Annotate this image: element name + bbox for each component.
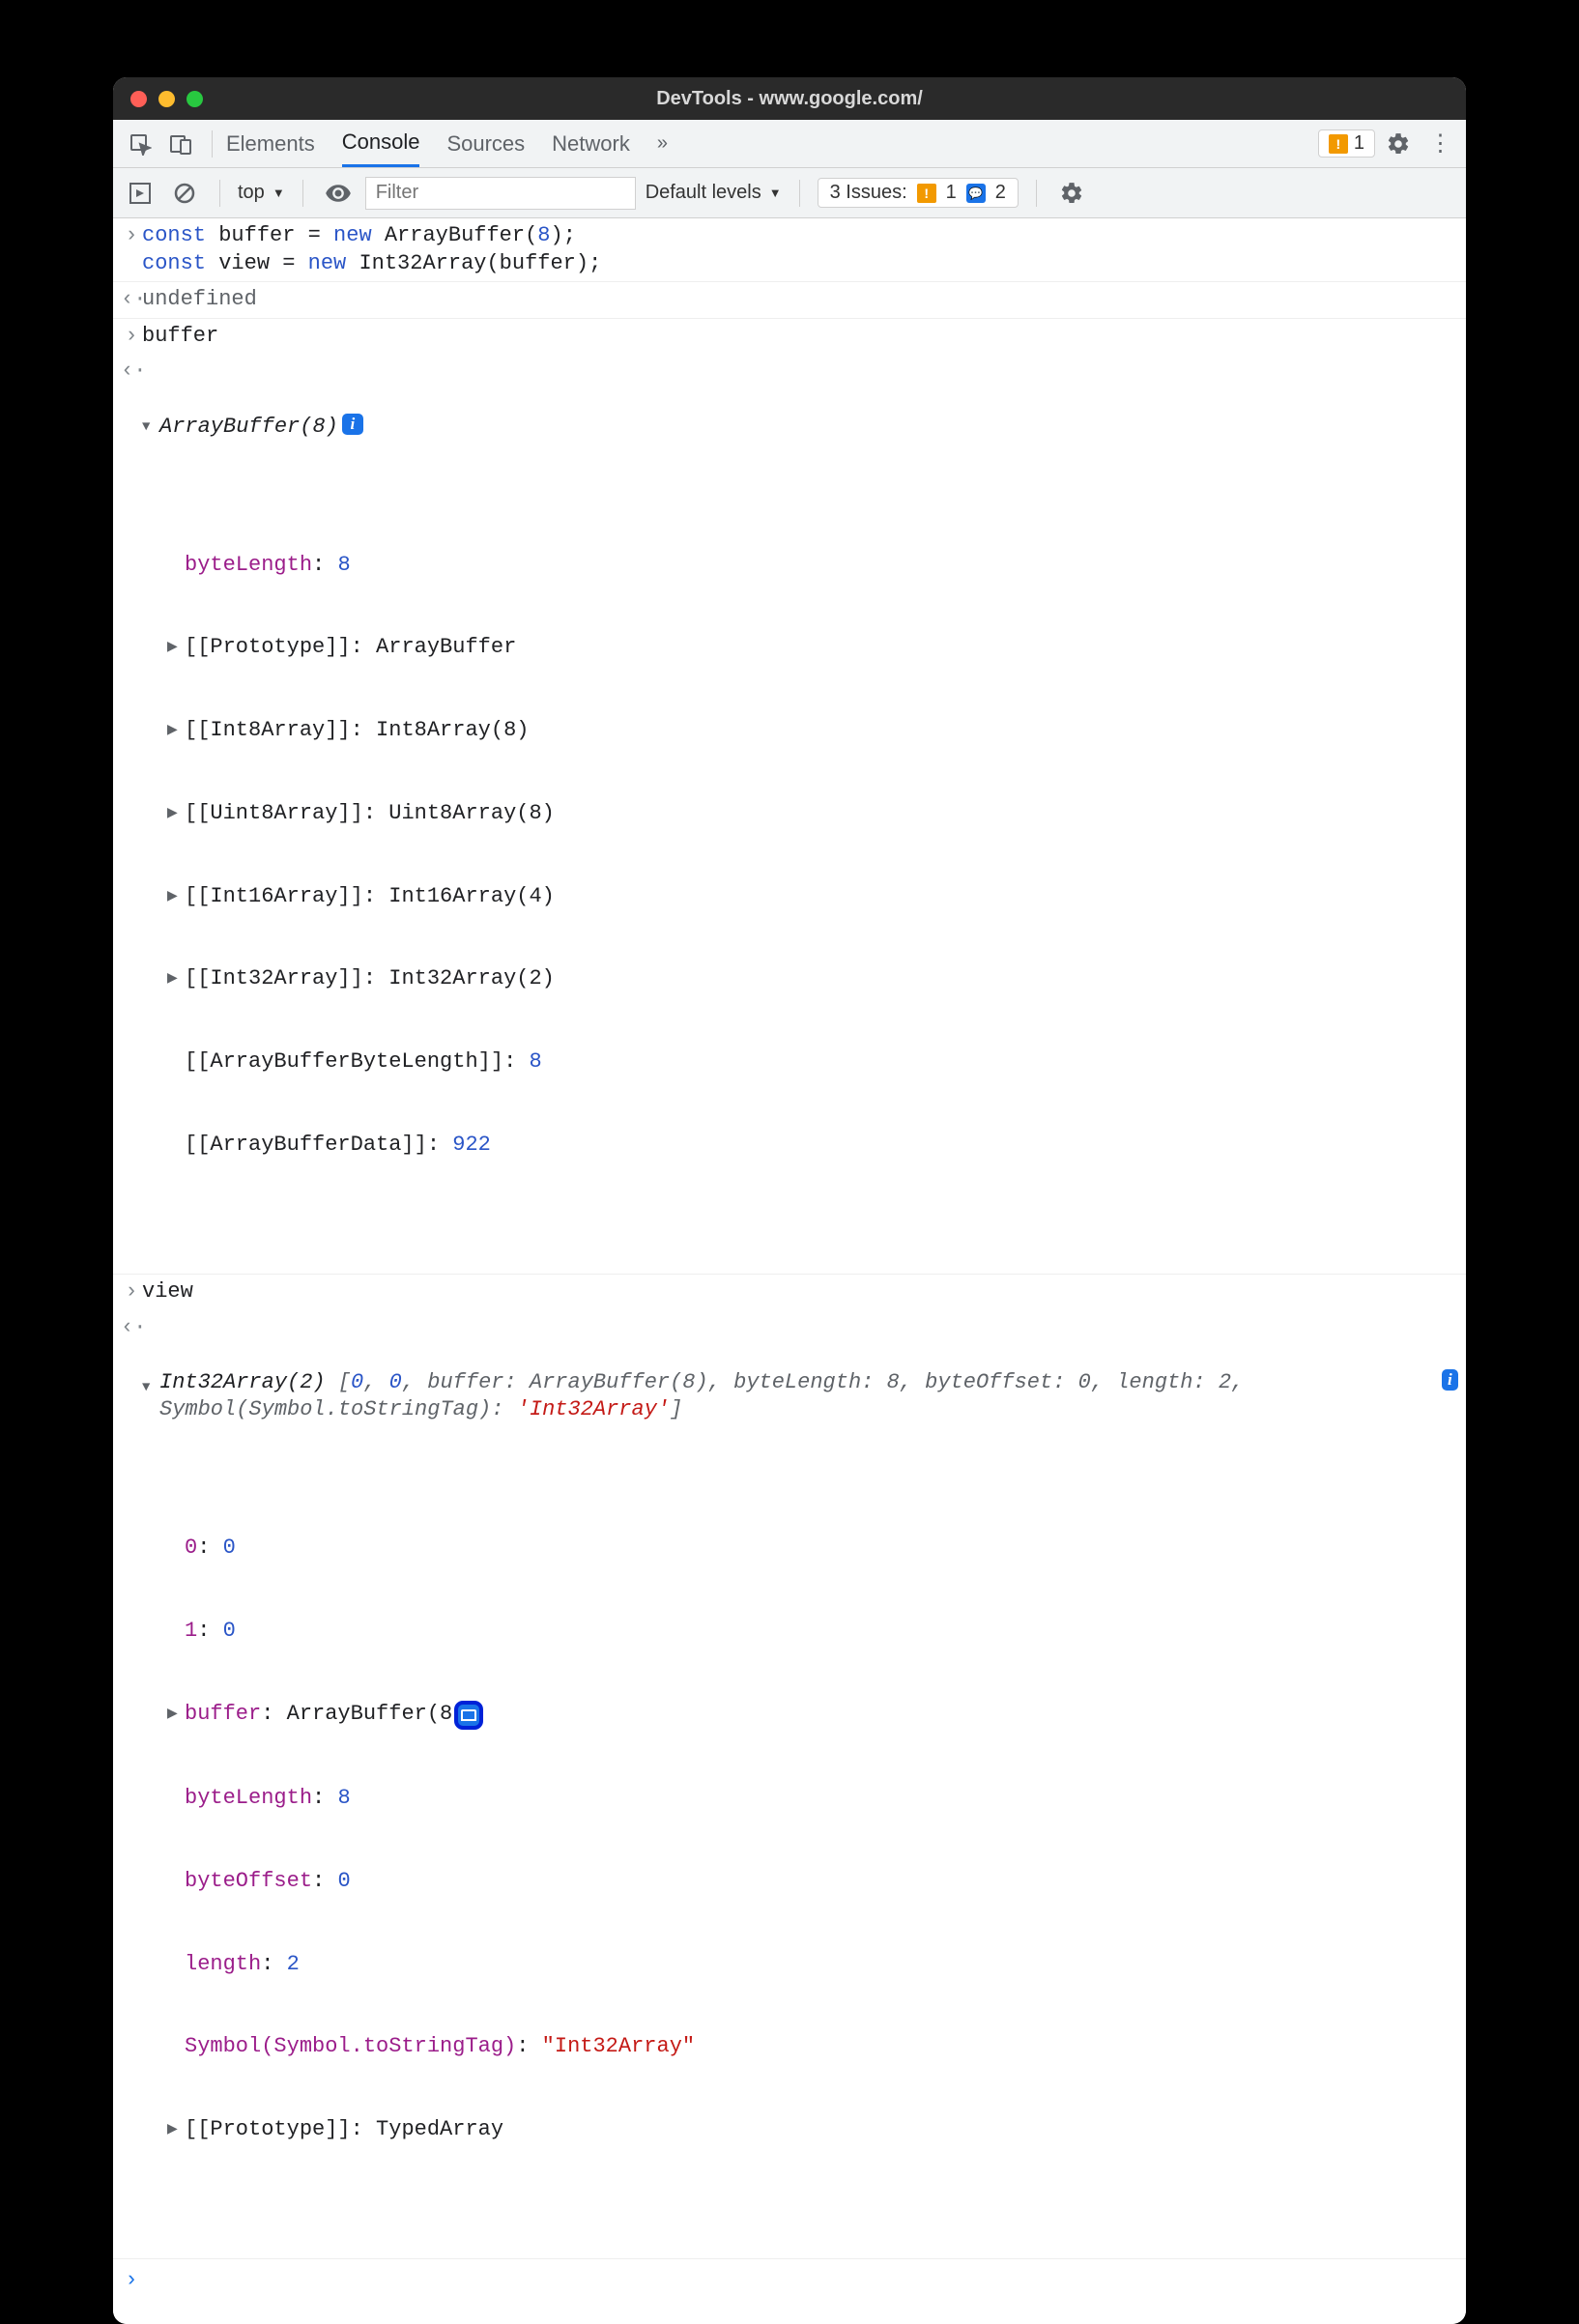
context-selector[interactable]: top▼ (238, 182, 285, 204)
info-badge-icon[interactable]: i (1442, 1369, 1458, 1391)
warning-icon: ! (917, 184, 936, 203)
output-marker: ‹· (121, 358, 142, 1270)
console-result-row: ‹· Int32Array(2) [0, 0, buffer: ArrayBuf… (113, 1310, 1466, 2260)
tree-header[interactable]: Int32Array(2) [0, 0, buffer: ArrayBuffer… (142, 1369, 1458, 1424)
result-undefined: undefined (142, 286, 1458, 314)
window-title: DevTools - www.google.com/ (113, 88, 1466, 110)
separator (1036, 180, 1037, 207)
warning-icon: ! (1329, 134, 1348, 154)
tree-property[interactable]: [[ArrayBufferByteLength]]: 8 (167, 1048, 1458, 1076)
tree-property[interactable]: [[Int16Array]]: Int16Array(4) (167, 883, 1458, 911)
tree-property[interactable]: [[Prototype]]: ArrayBuffer (167, 634, 1458, 662)
live-expression-icon[interactable] (321, 176, 356, 211)
tree-property[interactable]: [[Int8Array]]: Int8Array(8) (167, 717, 1458, 745)
input-marker: › (121, 1278, 142, 1306)
separator (302, 180, 303, 207)
tree-property[interactable]: length: 2 (167, 1951, 1458, 1979)
console-output: › const buffer = new ArrayBuffer(8); con… (113, 218, 1466, 2324)
disclosure-arrow-icon[interactable] (167, 1701, 185, 1723)
console-input-row: › const buffer = new ArrayBuffer(8); con… (113, 218, 1466, 282)
warnings-count: 1 (1354, 132, 1364, 155)
tab-console[interactable]: Console (342, 120, 420, 167)
input-marker: › (121, 323, 142, 351)
tree-property[interactable]: 1: 0 (167, 1618, 1458, 1646)
clear-console-icon[interactable] (167, 176, 202, 211)
close-window-button[interactable] (130, 91, 147, 107)
tab-sources[interactable]: Sources (446, 120, 525, 167)
disclosure-arrow-icon[interactable] (167, 634, 185, 656)
disclosure-arrow-icon[interactable] (142, 1369, 159, 1396)
issues-info-count: 2 (995, 182, 1006, 204)
prompt-marker: › (121, 2267, 142, 2295)
memory-inspector-icon[interactable] (454, 1701, 483, 1730)
tree-property[interactable]: byteLength: 8 (167, 1785, 1458, 1813)
console-input-row: › buffer (113, 319, 1466, 355)
object-tree[interactable]: Int32Array(2) [0, 0, buffer: ArrayBuffer… (142, 1314, 1458, 2255)
console-settings-icon[interactable] (1054, 176, 1089, 211)
show-sidebar-icon[interactable] (123, 176, 158, 211)
disclosure-arrow-icon[interactable] (167, 717, 185, 739)
code-input: view (142, 1278, 1458, 1306)
warnings-badge[interactable]: ! 1 (1318, 129, 1375, 158)
disclosure-arrow-icon[interactable] (167, 800, 185, 822)
maximize-window-button[interactable] (187, 91, 203, 107)
devtools-window: DevTools - www.google.com/ Elements Cons… (113, 77, 1466, 2324)
console-input-row: › view (113, 1275, 1466, 1310)
object-tree[interactable]: ArrayBuffer(8) i byteLength: 8 [[Prototy… (142, 358, 1458, 1270)
tree-property[interactable]: [[Prototype]]: TypedArray (167, 2116, 1458, 2144)
more-options-icon[interactable]: ⋮ (1421, 127, 1456, 161)
tab-network[interactable]: Network (552, 120, 630, 167)
tree-property[interactable]: [[ArrayBufferData]]: 922 (167, 1132, 1458, 1160)
tree-property[interactable]: byteOffset: 0 (167, 1868, 1458, 1896)
console-toolbar: top▼ Default levels▼ 3 Issues: ! 1 💬 2 (113, 168, 1466, 218)
device-toggle-icon[interactable] (163, 127, 198, 161)
console-result-row: ‹· ArrayBuffer(8) i byteLength: 8 [[Prot… (113, 354, 1466, 1275)
info-badge-icon[interactable]: i (342, 414, 363, 435)
separator (212, 130, 213, 158)
object-summary: Int32Array(2) [0, 0, buffer: ArrayBuffer… (159, 1369, 1438, 1424)
disclosure-arrow-icon[interactable] (167, 2116, 185, 2138)
disclosure-arrow-icon[interactable] (142, 414, 159, 436)
issues-badge[interactable]: 3 Issues: ! 1 💬 2 (818, 178, 1019, 208)
console-prompt[interactable]: › (113, 2259, 1466, 2324)
main-toolbar: Elements Console Sources Network » ! 1 ⋮ (113, 120, 1466, 168)
minimize-window-button[interactable] (158, 91, 175, 107)
tree-property[interactable]: Symbol(Symbol.toStringTag): "Int32Array" (167, 2033, 1458, 2061)
tree-property[interactable]: byteLength: 8 (167, 552, 1458, 580)
tree-property[interactable]: [[Int32Array]]: Int32Array(2) (167, 965, 1458, 993)
log-levels-selector[interactable]: Default levels▼ (646, 182, 782, 204)
input-marker: › (121, 222, 142, 277)
disclosure-arrow-icon[interactable] (167, 883, 185, 905)
disclosure-arrow-icon[interactable] (167, 965, 185, 988)
code-input: buffer (142, 323, 1458, 351)
tab-elements[interactable]: Elements (226, 120, 315, 167)
output-marker: ‹· (121, 1314, 142, 2255)
code-input: const buffer = new ArrayBuffer(8); const… (142, 222, 1458, 277)
output-marker: ‹· (121, 286, 142, 314)
issues-label: 3 Issues: (830, 182, 907, 204)
separator (799, 180, 800, 207)
window-controls (113, 91, 203, 107)
tree-property[interactable]: [[Uint8Array]]: Uint8Array(8) (167, 800, 1458, 828)
titlebar: DevTools - www.google.com/ (113, 77, 1466, 120)
inspect-icon[interactable] (123, 127, 158, 161)
info-icon: 💬 (966, 184, 986, 203)
object-summary: ArrayBuffer(8) (159, 414, 338, 442)
separator (219, 180, 220, 207)
settings-icon[interactable] (1381, 127, 1416, 161)
panel-tabs: Elements Console Sources Network » (226, 120, 668, 167)
filter-input[interactable] (365, 177, 636, 210)
issues-warn-count: 1 (946, 182, 957, 204)
tree-property[interactable]: 0: 0 (167, 1535, 1458, 1563)
tree-property[interactable]: buffer: ArrayBuffer(8 (167, 1701, 1458, 1730)
tree-header[interactable]: ArrayBuffer(8) i (142, 414, 1458, 442)
console-result-row: ‹· undefined (113, 282, 1466, 319)
more-tabs-icon[interactable]: » (657, 120, 668, 167)
